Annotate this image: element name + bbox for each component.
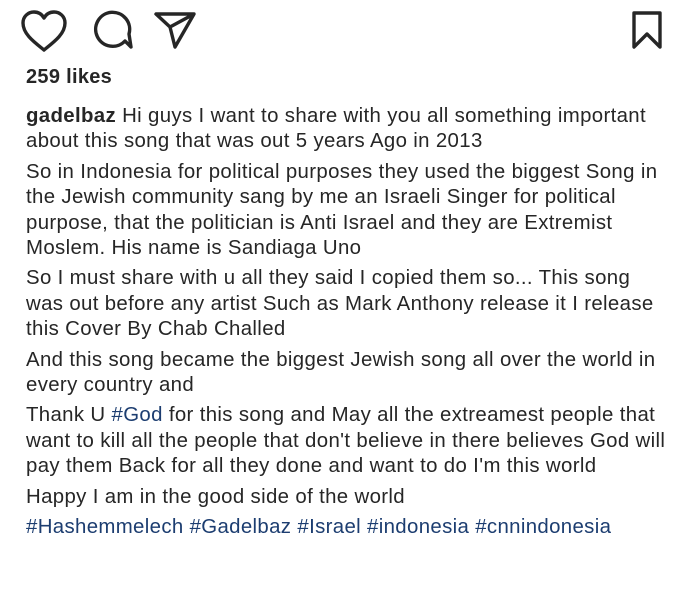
hashtag-link[interactable]: #Gadelbaz: [190, 516, 292, 538]
caption-paragraph: gadelbaz Hi guys I want to share with yo…: [26, 104, 666, 155]
comment-icon[interactable]: [92, 9, 134, 51]
caption-paragraph: Happy I am in the good side of the world: [26, 485, 405, 508]
username-link[interactable]: gadelbaz: [26, 105, 116, 127]
caption-text: Hi guys I want to share with you all som…: [26, 105, 647, 153]
hashtag-list: #Hashemmelech #Gadelbaz #Israel #indones…: [26, 515, 666, 540]
post-caption: gadelbaz Hi guys I want to share with yo…: [26, 104, 666, 546]
caption-paragraph: So I must share with u all they said I c…: [26, 267, 654, 341]
caption-paragraph: And this song became the biggest Jewish …: [26, 348, 656, 397]
caption-text: Thank U: [26, 404, 112, 427]
heart-icon[interactable]: [20, 9, 68, 53]
hashtag-link[interactable]: #Israel: [297, 516, 361, 538]
action-bar: [0, 0, 680, 60]
caption-paragraph: Thank U #God for this song and May all t…: [26, 403, 666, 479]
hashtag-link[interactable]: #indonesia: [367, 516, 469, 538]
caption-paragraph: So in Indonesia for political purposes t…: [26, 160, 658, 260]
share-icon[interactable]: [153, 10, 197, 50]
like-count[interactable]: 259 likes: [26, 66, 112, 89]
hashtag-link[interactable]: #cnnindonesia: [475, 516, 611, 538]
hashtag-link[interactable]: #God: [112, 404, 163, 426]
hashtag-link[interactable]: #Hashemmelech: [26, 516, 184, 538]
bookmark-icon[interactable]: [630, 10, 664, 50]
